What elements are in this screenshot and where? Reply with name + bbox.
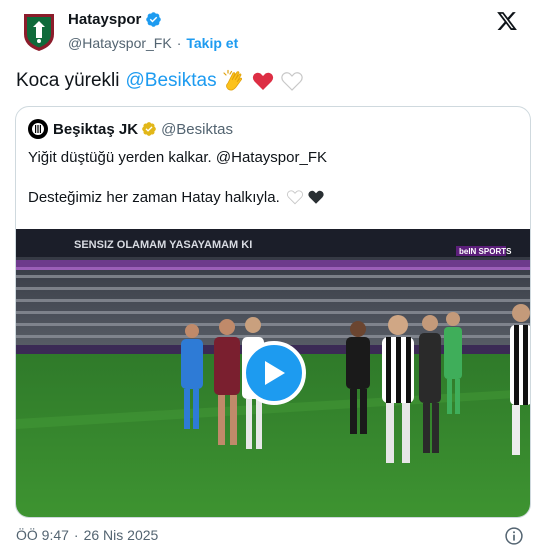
play-icon bbox=[265, 361, 285, 385]
author-display-name[interactable]: Hatayspor bbox=[68, 11, 141, 28]
play-video-button[interactable] bbox=[242, 341, 306, 405]
video-thumbnail[interactable]: SENSIZ OLAMAM YASAYAMAM KI beIN SPORTS bbox=[16, 229, 530, 517]
white-heart-icon bbox=[280, 72, 303, 91]
tweet-header: Hatayspor @Hatayspor_FK · Takip et bbox=[0, 0, 538, 64]
quoted-text-line-1: Yiğit düştüğü yerden kalkar. @Hatayspor_… bbox=[28, 149, 327, 166]
black-heart-icon bbox=[308, 190, 324, 204]
quoted-text-line-2-text: Desteğimiz her zaman Hatay halkıyla. bbox=[28, 188, 280, 206]
clapping-hands-icon bbox=[223, 69, 242, 91]
info-icon[interactable] bbox=[504, 526, 524, 546]
stadium-banner-text: SENSIZ OLAMAM YASAYAMAM KI bbox=[74, 239, 252, 251]
verified-badge-icon bbox=[146, 12, 162, 27]
besiktas-logo-avatar[interactable] bbox=[28, 119, 48, 139]
quoted-tweet-card[interactable]: Beşiktaş JK @Besiktas Yiğit düştüğü yerd… bbox=[15, 106, 531, 518]
white-heart-icon bbox=[286, 190, 303, 205]
follow-button[interactable]: Takip et bbox=[186, 35, 238, 51]
red-heart-icon bbox=[252, 72, 273, 90]
hatayspor-logo-avatar[interactable] bbox=[20, 12, 58, 52]
quoted-author-row: Beşiktaş JK @Besiktas bbox=[28, 119, 233, 139]
separator-dot: · bbox=[176, 35, 182, 51]
author-handle[interactable]: @Hatayspor_FK bbox=[68, 35, 172, 51]
tweet-time: ÖÖ 9:47 bbox=[16, 527, 69, 543]
tweet-date: 26 Nis 2025 bbox=[83, 527, 159, 543]
besiktas-crest-icon bbox=[32, 123, 44, 135]
x-logo-icon[interactable] bbox=[496, 10, 518, 32]
separator-dot: · bbox=[73, 527, 79, 543]
quoted-display-name[interactable]: Beşiktaş JK bbox=[53, 121, 138, 138]
tweet-mention-link[interactable]: @Besiktas bbox=[126, 68, 217, 94]
author-name-row: Hatayspor bbox=[68, 11, 162, 28]
gold-verified-badge-icon bbox=[142, 122, 156, 136]
tweet-text: Koca yürekli bbox=[16, 70, 120, 91]
tweet-body: Koca yürekli @Besiktas bbox=[16, 68, 304, 94]
quoted-text-line-2: Desteğimiz her zaman Hatay halkıyla. bbox=[28, 188, 325, 206]
tweet-timestamp[interactable]: ÖÖ 9:47 · 26 Nis 2025 bbox=[16, 527, 158, 543]
quoted-handle[interactable]: @Besiktas bbox=[161, 121, 233, 138]
author-handle-row: @Hatayspor_FK · Takip et bbox=[68, 35, 238, 51]
broadcaster-logo-text: beIN SPORTS bbox=[459, 247, 512, 256]
